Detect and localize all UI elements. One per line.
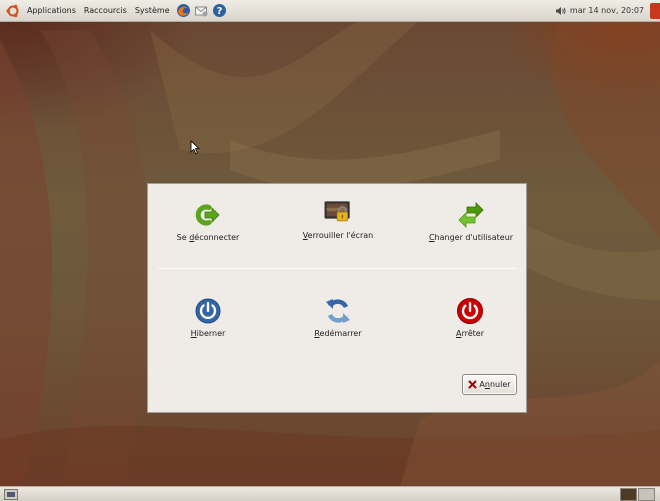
hibernate-label: Hiberner	[190, 329, 226, 338]
shutdown-icon	[456, 297, 484, 325]
logout-dialog: Se déconnecter Verrouiller l'écran Chang…	[147, 183, 527, 413]
shutdown-label: Arrêter	[455, 329, 484, 338]
lock-screen-label: Verrouiller l'écran	[302, 231, 374, 240]
hibernate-button[interactable]: Hiberner	[148, 297, 268, 347]
workspace-switcher-2[interactable]	[638, 488, 655, 501]
lock-screen-button[interactable]: Verrouiller l'écran	[278, 199, 398, 249]
bottom-panel	[0, 486, 660, 501]
restart-icon	[324, 297, 352, 325]
switch-user-icon	[457, 201, 485, 229]
panel-clock[interactable]: mar 14 nov, 20:07	[568, 6, 648, 15]
volume-icon[interactable]	[555, 6, 567, 16]
firefox-icon[interactable]	[176, 3, 192, 19]
lock-screen-icon	[324, 199, 352, 227]
restart-label: Redémarrer	[314, 329, 362, 338]
switch-user-label: Changer d'utilisateur	[428, 233, 514, 242]
system-menu[interactable]: Système	[131, 0, 174, 22]
restart-button[interactable]: Redémarrer	[278, 297, 398, 347]
mouse-pointer-icon	[190, 140, 200, 155]
dialog-separator	[158, 268, 516, 269]
cancel-label: Annuler	[479, 380, 511, 389]
ubuntu-logo-icon	[6, 4, 19, 17]
places-menu[interactable]: Raccourcis	[80, 0, 131, 22]
svg-text:?: ?	[217, 6, 223, 17]
quit-icon[interactable]	[650, 2, 660, 19]
shutdown-button[interactable]: Arrêter	[410, 297, 530, 347]
logout-label: Se déconnecter	[176, 233, 240, 242]
workspace-switcher-1[interactable]	[620, 488, 637, 501]
switch-user-button[interactable]: Changer d'utilisateur	[411, 201, 531, 251]
cancel-x-icon	[468, 380, 477, 389]
top-panel: Applications Raccourcis Système ? mar 14…	[0, 0, 660, 22]
cancel-button[interactable]: Annuler	[462, 374, 517, 395]
logout-arrow-icon	[194, 201, 222, 229]
help-icon[interactable]: ?	[212, 3, 228, 19]
logout-button[interactable]: Se déconnecter	[148, 201, 268, 251]
applications-menu[interactable]: Applications	[23, 0, 80, 22]
mail-icon[interactable]	[194, 3, 210, 19]
show-desktop-icon[interactable]	[4, 489, 18, 500]
hibernate-icon	[194, 297, 222, 325]
